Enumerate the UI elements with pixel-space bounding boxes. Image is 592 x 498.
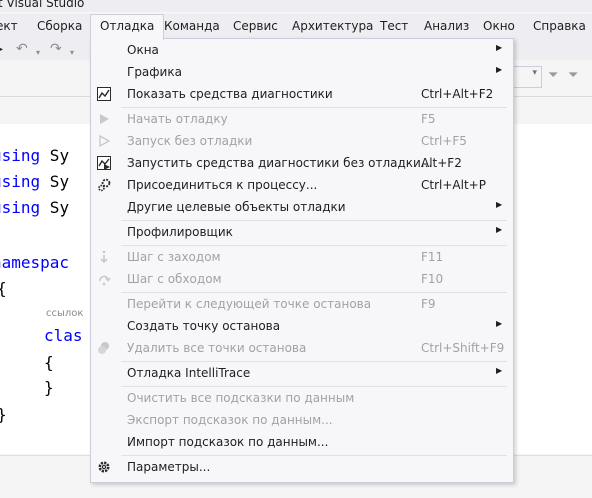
menu-item-label: Перейти к следующей точке останова xyxy=(127,297,372,311)
menu-architecture[interactable]: Архитектура xyxy=(283,14,382,38)
menu-item-label: Показать средства диагностики xyxy=(127,87,333,101)
menu-item-label: Шаг с обходом xyxy=(127,272,222,286)
menu-item-label: Отладка IntelliTrace xyxy=(127,366,251,380)
menu-item-label: Графика xyxy=(127,65,182,79)
chevron-down-icon: ▾ xyxy=(532,68,537,78)
menu-item-shortcut: Ctrl+Alt+F2 xyxy=(421,87,494,101)
menu-item-label: Запуск без отладки xyxy=(127,134,253,148)
diagnostics-chart-icon xyxy=(96,86,112,102)
menu-item-step-over[interactable]: Шаг с обходом F10 xyxy=(91,268,513,290)
code-line: { xyxy=(44,353,54,372)
menu-tools[interactable]: Сервис xyxy=(224,14,287,38)
debug-menu: Окна ▶ Графика ▶ Показать средства диагн… xyxy=(90,38,514,483)
gear-icon xyxy=(96,459,112,475)
submenu-arrow-icon: ▶ xyxy=(496,200,503,209)
menu-bar: ект Сборка Отладка Команда Сервис Архите… xyxy=(0,14,592,40)
code-line: using Sy xyxy=(0,198,70,217)
attach-process-icon xyxy=(96,177,112,193)
menu-item-label: Окна xyxy=(127,43,159,57)
filter-dropdown-icon[interactable]: ⏷ xyxy=(568,68,578,83)
submenu-arrow-icon: ▶ xyxy=(496,319,503,328)
redo-icon[interactable]: ↷ xyxy=(50,41,62,57)
menu-project[interactable]: ект xyxy=(0,14,27,38)
code-line: clas xyxy=(44,326,83,345)
menu-window[interactable]: Окно xyxy=(474,14,524,38)
menu-debug[interactable]: Отладка xyxy=(90,14,165,40)
menu-item-windows[interactable]: Окна ▶ xyxy=(91,39,513,61)
menu-item-attach-to-process[interactable]: Присоединиться к процессу... Ctrl+Alt+P xyxy=(91,174,513,196)
code-line: using Sy xyxy=(0,172,70,191)
codelens-references[interactable]: ссылок xyxy=(46,308,83,319)
title-bar: t Visual Studio xyxy=(0,0,592,12)
menu-item-run-diagnostics-without-debugging[interactable]: Запустить средства диагностики без отлад… xyxy=(91,152,513,174)
menu-analyze[interactable]: Анализ xyxy=(415,14,478,38)
submenu-arrow-icon: ▶ xyxy=(496,366,503,375)
menu-item-show-diagnostic-tools[interactable]: Показать средства диагностики Ctrl+Alt+F… xyxy=(91,83,513,105)
play-icon xyxy=(96,111,112,127)
toolbar-combo[interactable]: ▾ xyxy=(510,66,542,88)
menu-item-label: Удалить все точки останова xyxy=(127,341,307,355)
step-over-icon xyxy=(96,271,112,287)
menu-item-label: Другие целевые объекты отладки xyxy=(127,200,346,214)
menu-item-shortcut: F11 xyxy=(421,250,444,264)
menu-item-profiler[interactable]: Профилировщик ▶ xyxy=(91,221,513,243)
menu-item-new-breakpoint[interactable]: Создать точку останова ▶ xyxy=(91,315,513,337)
menu-item-start-without-debugging[interactable]: Запуск без отладки Ctrl+F5 xyxy=(91,130,513,152)
submenu-arrow-icon: ▶ xyxy=(496,43,503,52)
menu-item-shortcut: F5 xyxy=(421,112,436,126)
menu-item-step-into[interactable]: Шаг с заходом F11 xyxy=(91,246,513,268)
menu-test[interactable]: Тест xyxy=(371,14,417,38)
code-line: { xyxy=(0,277,7,301)
menu-item-shortcut: F10 xyxy=(421,272,444,286)
menu-item-shortcut: Ctrl+Shift+F9 xyxy=(421,341,505,355)
menu-item-shortcut: Ctrl+F5 xyxy=(421,134,467,148)
menu-build[interactable]: Сборка xyxy=(28,14,91,38)
menu-item-label: Экспорт подсказок по данным... xyxy=(127,413,333,427)
menu-item-label: Создать точку останова xyxy=(127,319,281,333)
menu-item-start-debugging[interactable]: Начать отладку F5 xyxy=(91,108,513,130)
menu-item-label: Присоединиться к процессу... xyxy=(127,178,318,192)
menu-item-options[interactable]: Параметры... xyxy=(91,456,513,478)
undo-icon[interactable]: ↶ xyxy=(16,41,28,57)
window-title: t Visual Studio xyxy=(0,0,85,10)
menu-item-label: Шаг с заходом xyxy=(127,250,221,264)
filter-icon[interactable]: ⏷ xyxy=(548,68,558,83)
menu-item-label: Импорт подсказок по данным... xyxy=(127,435,329,449)
submenu-arrow-icon: ▶ xyxy=(496,65,503,74)
code-line: namespac xyxy=(0,253,70,272)
menu-item-clear-datatips[interactable]: Очистить все подсказки по данным xyxy=(91,387,513,409)
diagnostics-run-icon xyxy=(96,155,112,171)
menu-item-label: Начать отладку xyxy=(127,112,228,126)
play-outline-icon xyxy=(96,133,112,149)
menu-item-intellitrace[interactable]: Отладка IntelliTrace ▶ xyxy=(91,362,513,384)
menu-item-shortcut: F9 xyxy=(421,297,436,311)
menu-item-label: Очистить все подсказки по данным xyxy=(127,391,355,405)
menu-item-label: Параметры... xyxy=(127,460,211,474)
submenu-arrow-icon: ▶ xyxy=(496,225,503,234)
menu-item-export-datatips[interactable]: Экспорт подсказок по данным... xyxy=(91,409,513,431)
menu-item-other-debug-targets[interactable]: Другие целевые объекты отладки ▶ xyxy=(91,196,513,218)
code-line: } xyxy=(0,403,7,427)
code-line: using Sy xyxy=(0,146,70,165)
redo-dropdown-icon[interactable]: ▾ xyxy=(70,45,74,61)
menu-help[interactable]: Справка xyxy=(524,14,592,38)
step-into-icon xyxy=(96,249,112,265)
menu-item-shortcut: Ctrl+Alt+P xyxy=(421,178,486,192)
delete-breakpoints-icon xyxy=(96,340,112,356)
menu-item-toggle-breakpoint[interactable]: Перейти к следующей точке останова F9 xyxy=(91,293,513,315)
undo-dropdown-icon[interactable]: ▾ xyxy=(36,45,40,61)
menu-item-label: Запустить средства диагностики без отлад… xyxy=(127,156,433,170)
menu-item-shortcut: Alt+F2 xyxy=(421,156,462,170)
menu-item-import-datatips[interactable]: Импорт подсказок по данным... xyxy=(91,431,513,453)
code-line: } xyxy=(44,378,54,397)
menu-item-delete-all-breakpoints[interactable]: Удалить все точки останова Ctrl+Shift+F9 xyxy=(91,337,513,359)
toolbar-icon-partial[interactable]: ▸ xyxy=(0,41,3,57)
menu-team[interactable]: Команда xyxy=(155,14,229,38)
menu-item-label: Профилировщик xyxy=(127,225,233,239)
menu-item-graphics[interactable]: Графика ▶ xyxy=(91,61,513,83)
